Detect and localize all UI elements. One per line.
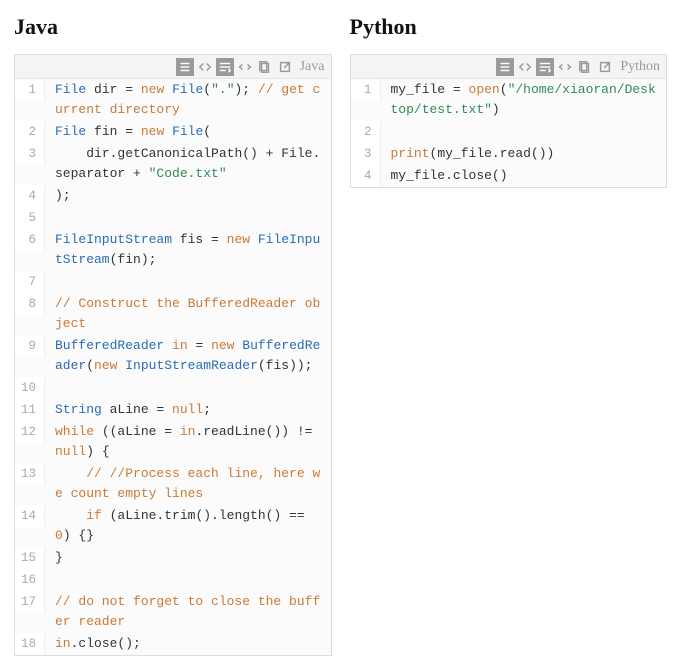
expand-icon[interactable] xyxy=(236,58,254,76)
line-code: } xyxy=(45,547,331,569)
line-number: 6 xyxy=(15,229,45,251)
code-line: 5 xyxy=(15,207,331,229)
line-code: print(my_file.read()) xyxy=(381,143,667,165)
wrap-icon[interactable] xyxy=(216,58,234,76)
line-code: FileInputStream fis = new FileInputStrea… xyxy=(45,229,331,271)
code-line: 2 xyxy=(351,121,667,143)
code-line: 18in.close(); xyxy=(15,633,331,655)
line-number: 8 xyxy=(15,293,45,315)
code-lines: 1File dir = new File("."); // get curren… xyxy=(15,79,331,655)
line-code xyxy=(381,121,667,123)
code-line: 1File dir = new File("."); // get curren… xyxy=(15,79,331,121)
line-code: if (aLine.trim().length() == 0) {} xyxy=(45,505,331,547)
code-line: 10 xyxy=(15,377,331,399)
column-title: Java xyxy=(14,14,332,40)
code-icon[interactable] xyxy=(196,58,214,76)
code-line: 17// do not forget to close the buffer r… xyxy=(15,591,331,633)
line-code xyxy=(45,377,331,379)
toolbar-language-label: Python xyxy=(616,59,660,75)
code-line: 3 dir.getCanonicalPath() + File.separato… xyxy=(15,143,331,185)
code-toolbar: Java xyxy=(15,55,331,79)
line-number: 11 xyxy=(15,399,45,421)
code-line: 13 // //Process each line, here we count… xyxy=(15,463,331,505)
line-code: File fin = new File( xyxy=(45,121,331,143)
code-line: 3print(my_file.read()) xyxy=(351,143,667,165)
toolbar-language-label: Java xyxy=(296,59,325,75)
open-icon[interactable] xyxy=(596,58,614,76)
expand-icon[interactable] xyxy=(556,58,574,76)
line-code: // //Process each line, here we count em… xyxy=(45,463,331,505)
column-java: Java Java 1File dir = new File("."); // ge… xyxy=(14,14,332,656)
code-lines: 1my_file = open("/home/xiaoran/Desktop/t… xyxy=(351,79,667,187)
line-number: 13 xyxy=(15,463,45,485)
line-number: 4 xyxy=(15,185,45,207)
code-line: 1my_file = open("/home/xiaoran/Desktop/t… xyxy=(351,79,667,121)
code-line: 16 xyxy=(15,569,331,591)
code-line: 4my_file.close() xyxy=(351,165,667,187)
line-number: 2 xyxy=(15,121,45,143)
line-code: File dir = new File("."); // get current… xyxy=(45,79,331,121)
line-code: my_file = open("/home/xiaoran/Desktop/te… xyxy=(381,79,667,121)
code-line: 11String aLine = null; xyxy=(15,399,331,421)
line-number: 18 xyxy=(15,633,45,655)
line-number: 7 xyxy=(15,271,45,293)
code-line: 7 xyxy=(15,271,331,293)
line-number: 16 xyxy=(15,569,45,591)
line-number: 9 xyxy=(15,335,45,357)
code-block: Python 1my_file = open("/home/xiaoran/Des… xyxy=(350,54,668,188)
code-comparison-columns: JavaJava1File dir = new File("."); // ge… xyxy=(14,14,667,656)
line-code: // Construct the BufferedReader object xyxy=(45,293,331,335)
column-python: Python Python 1my_file = open("/home/xiaor… xyxy=(350,14,668,656)
line-number: 2 xyxy=(351,121,381,143)
line-code: String aLine = null; xyxy=(45,399,331,421)
open-icon[interactable] xyxy=(276,58,294,76)
copy-icon[interactable] xyxy=(576,58,594,76)
code-line: 8// Construct the BufferedReader object xyxy=(15,293,331,335)
code-line: 14 if (aLine.trim().length() == 0) {} xyxy=(15,505,331,547)
line-number: 5 xyxy=(15,207,45,229)
code-toolbar: Python xyxy=(351,55,667,79)
code-line: 6FileInputStream fis = new FileInputStre… xyxy=(15,229,331,271)
line-code: dir.getCanonicalPath() + File.separator … xyxy=(45,143,331,185)
wrap-icon[interactable] xyxy=(536,58,554,76)
line-number: 12 xyxy=(15,421,45,443)
code-line: 9BufferedReader in = new BufferedReader(… xyxy=(15,335,331,377)
line-number: 1 xyxy=(15,79,45,101)
code-line: 4); xyxy=(15,185,331,207)
line-code xyxy=(45,569,331,571)
code-line: 15} xyxy=(15,547,331,569)
code-block: Java 1File dir = new File("."); // get cu… xyxy=(14,54,332,656)
line-code: while ((aLine = in.readLine()) != null) … xyxy=(45,421,331,463)
code-line: 12while ((aLine = in.readLine()) != null… xyxy=(15,421,331,463)
column-title: Python xyxy=(350,14,668,40)
line-code: ); xyxy=(45,185,331,207)
line-number: 3 xyxy=(351,143,381,165)
copy-icon[interactable] xyxy=(256,58,274,76)
line-number: 14 xyxy=(15,505,45,527)
lines-icon[interactable] xyxy=(496,58,514,76)
line-code: in.close(); xyxy=(45,633,331,655)
line-code xyxy=(45,207,331,209)
line-code xyxy=(45,271,331,273)
code-icon[interactable] xyxy=(516,58,534,76)
line-number: 1 xyxy=(351,79,381,101)
code-line: 2File fin = new File( xyxy=(15,121,331,143)
lines-icon[interactable] xyxy=(176,58,194,76)
line-number: 15 xyxy=(15,547,45,569)
line-code: BufferedReader in = new BufferedReader(n… xyxy=(45,335,331,377)
line-number: 17 xyxy=(15,591,45,613)
line-number: 10 xyxy=(15,377,45,399)
line-code: // do not forget to close the buffer rea… xyxy=(45,591,331,633)
line-number: 4 xyxy=(351,165,381,187)
line-number: 3 xyxy=(15,143,45,165)
line-code: my_file.close() xyxy=(381,165,667,187)
